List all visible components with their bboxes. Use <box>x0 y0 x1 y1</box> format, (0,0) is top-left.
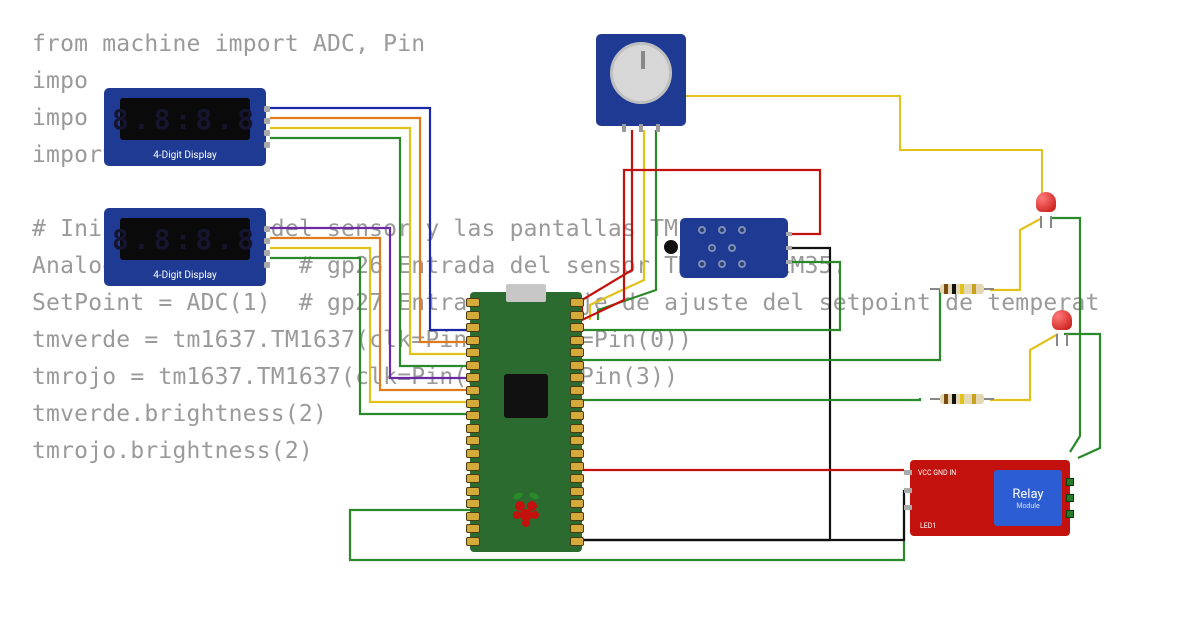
relay-led1-label: LED1 <box>920 522 936 530</box>
relay-title: Relay <box>1012 487 1043 502</box>
display-2-value: 8.8:8.8 <box>112 223 258 256</box>
raspberry-pi-pico <box>470 292 582 552</box>
pot-knob-icon[interactable] <box>610 42 672 104</box>
pico-chip-icon <box>504 374 548 418</box>
led-icon <box>1052 310 1072 330</box>
led-2 <box>1052 310 1072 338</box>
led-1 <box>1036 192 1056 220</box>
resistor-1 <box>930 284 994 294</box>
display-2: 8.8:8.8 4-Digit Display <box>104 208 266 286</box>
relay-sub: Module <box>1016 502 1039 510</box>
relay-module: VCC GND IN Relay Module LED1 <box>910 460 1070 536</box>
potentiometer-module[interactable] <box>596 34 686 126</box>
raspberry-logo-icon <box>506 488 546 528</box>
thermistor-module <box>680 218 788 278</box>
resistor-2 <box>930 394 994 404</box>
thermistor-probe-icon <box>664 240 678 254</box>
pico-right-pins <box>570 298 586 546</box>
display-1: 8.8:8.8 4-Digit Display <box>104 88 266 166</box>
led-icon <box>1036 192 1056 212</box>
display-1-value: 8.8:8.8 <box>112 103 258 136</box>
display-2-label: 4-Digit Display <box>104 270 266 281</box>
pico-usb-icon <box>506 284 546 302</box>
circuit-canvas: from machine import ADC, Pin impo impo i… <box>0 0 1200 630</box>
pico-left-pins <box>466 298 482 546</box>
relay-pin-labels: VCC GND IN <box>918 468 956 479</box>
display-1-label: 4-Digit Display <box>104 150 266 161</box>
